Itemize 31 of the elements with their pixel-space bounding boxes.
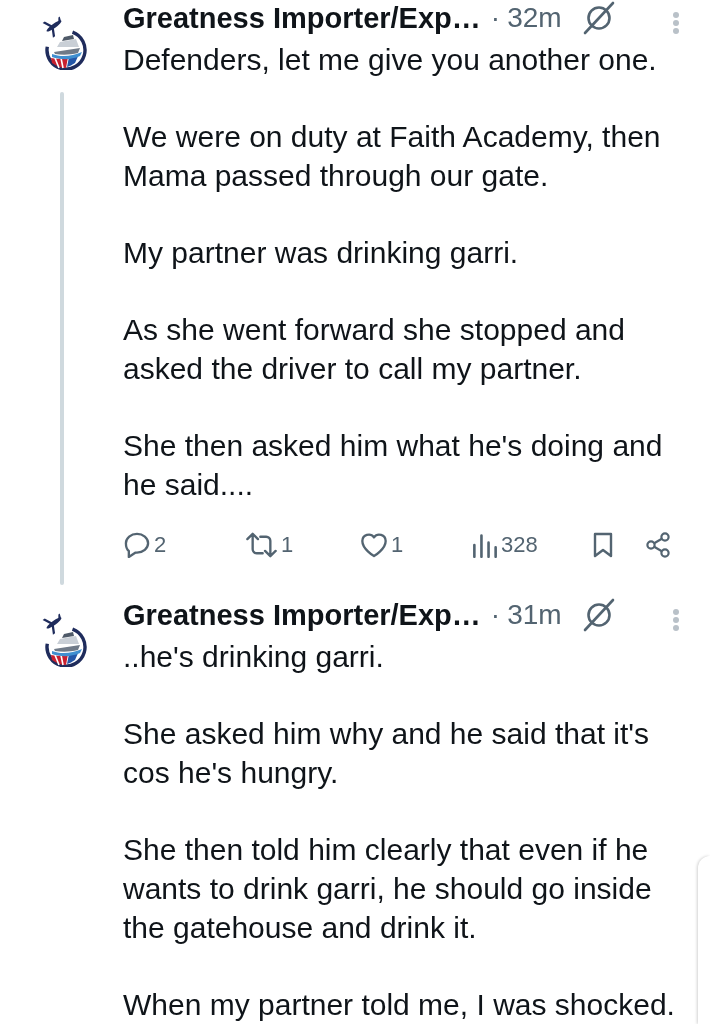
post-paragraph: My partner was drinking garri. — [123, 235, 520, 271]
bookmark-icon — [593, 532, 613, 558]
post-paragraph: As she went forward she stopped and asked the driver to call my partner. — [123, 312, 626, 387]
author-name[interactable]: Greatness Importer/Exp… — [123, 1, 481, 35]
like-button[interactable]: 1 — [360, 532, 404, 558]
views-button[interactable]: 328 — [472, 532, 538, 558]
post-paragraph: She then told him clearly that even if he wants to drink garri, he should go inside the gatehouse and drink it. — [123, 832, 653, 946]
post-paragraph: Defenders, let me give you another one. — [123, 42, 658, 78]
share-icon — [645, 532, 671, 558]
separator-dot: · — [490, 2, 501, 34]
post-paragraph: She asked him why and he said that it's cos he's hungry. — [123, 716, 651, 791]
post-paragraph: ..he's drinking garri. — [123, 639, 385, 675]
repost-arrows-icon — [245, 532, 278, 558]
avatar-logo-icon[interactable] — [42, 16, 88, 70]
separator-dot: · — [490, 599, 501, 631]
post-paragraph: When my partner told me, I was shocked. — [123, 987, 676, 1023]
post-paragraph: She then asked him what he's doing and he said.... — [123, 428, 664, 503]
slashed-circle-icon[interactable] — [581, 1, 616, 35]
repost-button[interactable]: 1 — [245, 532, 294, 558]
avatar-logo-icon[interactable] — [42, 613, 88, 667]
post-paragraph: We were on duty at Faith Academy, then Mama passed through our gate. — [123, 119, 662, 194]
reply-button[interactable]: 2 — [123, 532, 167, 558]
post-time[interactable]: 32m — [507, 2, 562, 34]
share-button[interactable] — [645, 532, 671, 558]
bookmark-button[interactable] — [593, 532, 613, 558]
heart-icon — [360, 532, 388, 558]
speech-bubble-icon — [123, 532, 151, 558]
slashed-circle-icon[interactable] — [581, 598, 616, 632]
bar-chart-icon — [472, 532, 498, 558]
author-name[interactable]: Greatness Importer/Exp… — [123, 598, 481, 632]
post-time[interactable]: 31m — [507, 599, 562, 631]
